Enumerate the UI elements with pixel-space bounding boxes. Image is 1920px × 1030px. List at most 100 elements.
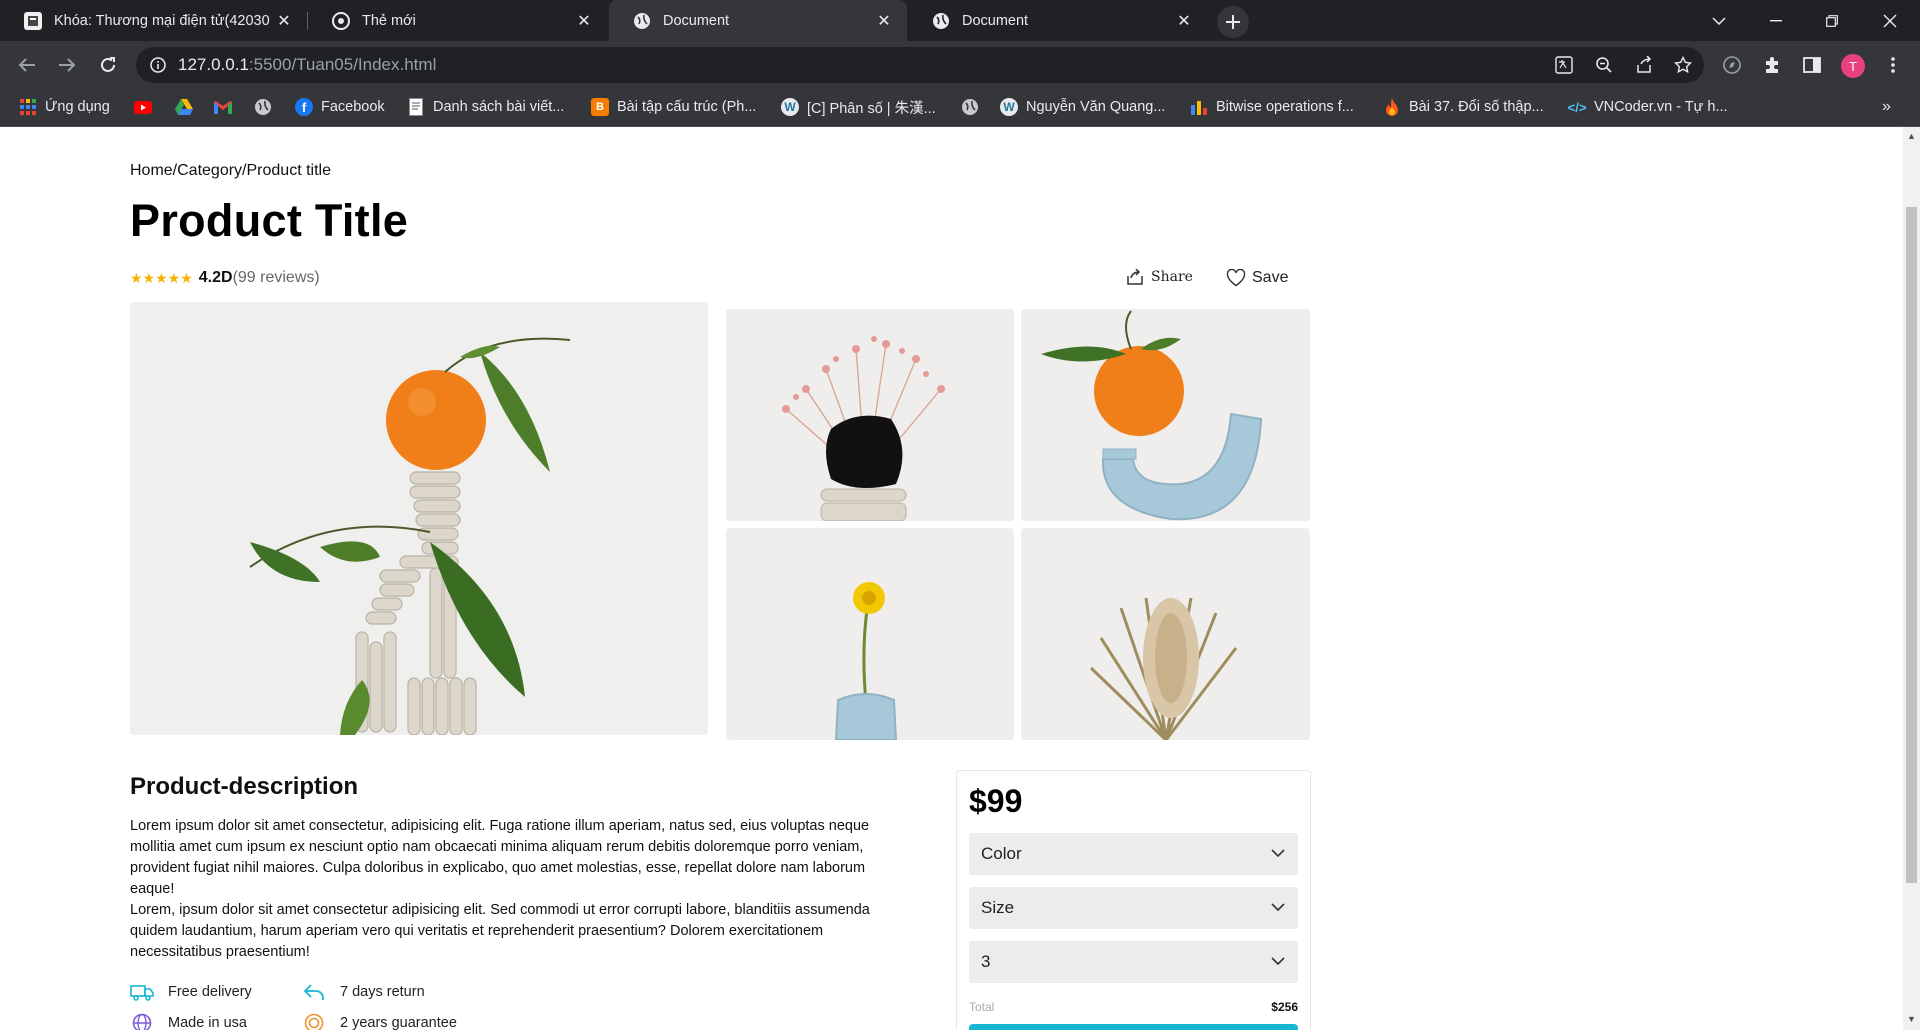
scroll-up-arrow-icon[interactable]: ▲ [1907, 131, 1916, 141]
wordpress-icon: W [781, 98, 799, 116]
bookmark-youtube[interactable] [134, 89, 160, 125]
globe-icon [254, 98, 272, 116]
rating-row: ★★★★★ 4.2D (99 reviews) [130, 269, 320, 287]
arrow-right-icon [59, 58, 76, 72]
close-window-button[interactable] [1866, 0, 1914, 41]
heart-icon [1226, 269, 1246, 287]
gmail-icon [214, 98, 232, 116]
zoom-icon[interactable] [1592, 53, 1616, 77]
thumbnail-dried-protea[interactable] [1021, 528, 1310, 740]
forward-button[interactable] [51, 49, 83, 81]
bookmark-facebook[interactable]: f Facebook [295, 89, 385, 125]
feature-label: Free delivery [168, 984, 252, 1000]
bookmark-bitwise[interactable]: Bitwise operations f... [1190, 89, 1354, 125]
new-tab-button[interactable] [1217, 6, 1249, 38]
color-select[interactable]: Color [969, 833, 1298, 875]
bookmark-globe[interactable] [254, 89, 280, 125]
page-scrollbar[interactable]: ▲ ▼ [1903, 127, 1920, 1030]
feature-label: Made in usa [168, 1015, 247, 1030]
google-drive-icon [175, 98, 193, 116]
review-count[interactable]: (99 reviews) [233, 269, 320, 287]
thumbnail-yellow-flower[interactable] [726, 528, 1014, 740]
tab-new[interactable]: Thẻ mới ✕ [308, 0, 607, 41]
browser-toolbar: 127.0.0.1:5500/Tuan05/Index.html T [0, 41, 1920, 89]
bookmark-phan-so[interactable]: W [C] Phân số | 朱漢... [781, 89, 936, 125]
tab-title: Document [663, 12, 730, 29]
quantity-select[interactable]: 3 [969, 941, 1298, 983]
bookmark-apps[interactable]: Ứng dụng [19, 89, 110, 125]
close-icon[interactable]: ✕ [575, 12, 593, 30]
close-icon[interactable]: ✕ [875, 12, 893, 30]
bookmark-drive[interactable] [175, 89, 201, 125]
translate-icon[interactable] [1552, 53, 1576, 77]
close-icon[interactable]: ✕ [1175, 12, 1193, 30]
thumbnail-pink-flowers[interactable] [726, 309, 1014, 521]
description-heading: Product-description [130, 773, 359, 800]
bookmark-posts[interactable]: Danh sách bài viết... [407, 89, 564, 125]
share-button[interactable]: Share [1126, 269, 1193, 285]
tab-title: Khóa: Thương mại điện tử(42030 [54, 12, 270, 29]
tab-search-button[interactable] [1695, 0, 1743, 41]
bookmark-label: Nguyễn Văn Quang... [1026, 99, 1166, 115]
save-label: Save [1252, 269, 1289, 286]
extension-compass-icon[interactable] [1716, 49, 1748, 81]
truck-icon [130, 982, 154, 1002]
star-icon[interactable] [1671, 53, 1695, 77]
save-button[interactable]: Save [1226, 269, 1288, 287]
feature-label: 7 days return [340, 984, 425, 1000]
kebab-menu-icon[interactable] [1877, 49, 1909, 81]
bar-chart-icon [1190, 98, 1208, 116]
thumbnail-orange-blue[interactable] [1021, 309, 1310, 521]
reload-icon [101, 57, 115, 72]
bookmark-label: VNCoder.vn - Tự h... [1594, 99, 1728, 115]
bookmark-gmail[interactable] [214, 89, 240, 125]
globe-icon [932, 12, 950, 30]
extensions-puzzle-icon[interactable] [1756, 49, 1788, 81]
bookmark-label: Bài 37. Đổi số thập... [1409, 99, 1544, 115]
tab-title: Thẻ mới [362, 12, 416, 29]
feature-guarantee: 2 years guarantee [302, 1013, 457, 1030]
tab-course[interactable]: Khóa: Thương mại điện tử(42030 ✕ [0, 0, 307, 41]
page-title: Product Title [130, 195, 409, 246]
tab-document-active[interactable]: Document ✕ [609, 0, 907, 41]
blogger-icon: B [591, 98, 609, 116]
chevron-down-icon [1712, 16, 1726, 25]
minimize-button[interactable] [1752, 0, 1800, 41]
bookmark-blogger[interactable]: B Bài tập cấu trúc (Ph... [591, 89, 756, 125]
feature-return: 7 days return [302, 982, 425, 1002]
bookmarks-overflow[interactable]: » [1882, 89, 1891, 125]
url-text[interactable]: 127.0.0.1:5500/Tuan05/Index.html [178, 47, 436, 83]
apps-grid-icon [19, 98, 37, 116]
bookmark-globe-2[interactable] [961, 89, 987, 125]
address-bar[interactable]: 127.0.0.1:5500/Tuan05/Index.html [136, 47, 1704, 83]
page-viewport: Home/Category/Product title Product Titl… [0, 127, 1903, 1030]
bookmarks-bar: Ứng dụng f Facebook Danh sách bài viết..… [0, 89, 1920, 127]
scrollbar-thumb[interactable] [1906, 207, 1917, 883]
info-icon[interactable] [146, 53, 170, 77]
bookmark-nguyen-van-quang[interactable]: W Nguyễn Văn Quang... [1000, 89, 1165, 125]
profile-avatar[interactable]: T [1841, 54, 1865, 78]
size-select[interactable]: Size [969, 887, 1298, 929]
close-icon [1883, 14, 1897, 27]
chrome-icon [332, 11, 350, 30]
tab-document[interactable]: Document ✕ [908, 0, 1207, 41]
share-icon [1127, 269, 1143, 285]
chevron-down-icon [1271, 903, 1285, 912]
restore-button[interactable] [1808, 0, 1856, 41]
add-to-cart-button[interactable] [969, 1024, 1298, 1030]
breadcrumb: Home/Category/Product title [130, 162, 331, 179]
share-icon[interactable] [1632, 53, 1656, 77]
close-icon[interactable]: ✕ [275, 12, 293, 30]
purchase-panel: $99 Color Size 3 Total $256 [956, 770, 1311, 1030]
feature-label: 2 years guarantee [340, 1015, 457, 1030]
side-panel-icon[interactable] [1796, 49, 1828, 81]
scroll-down-arrow-icon[interactable]: ▼ [1907, 1014, 1916, 1024]
bookmark-bai-37[interactable]: Bài 37. Đổi số thập... [1383, 89, 1544, 125]
description-body: Lorem ipsum dolor sit amet consectetur, … [130, 816, 910, 963]
main-product-image[interactable] [130, 302, 708, 735]
reload-button[interactable] [92, 49, 124, 81]
bookmark-vncoder[interactable]: </> VNCoder.vn - Tự h... [1568, 89, 1728, 125]
back-button[interactable] [11, 49, 43, 81]
bookmark-label: Danh sách bài viết... [433, 99, 565, 115]
bookmark-label: [C] Phân số | 朱漢... [807, 100, 936, 117]
